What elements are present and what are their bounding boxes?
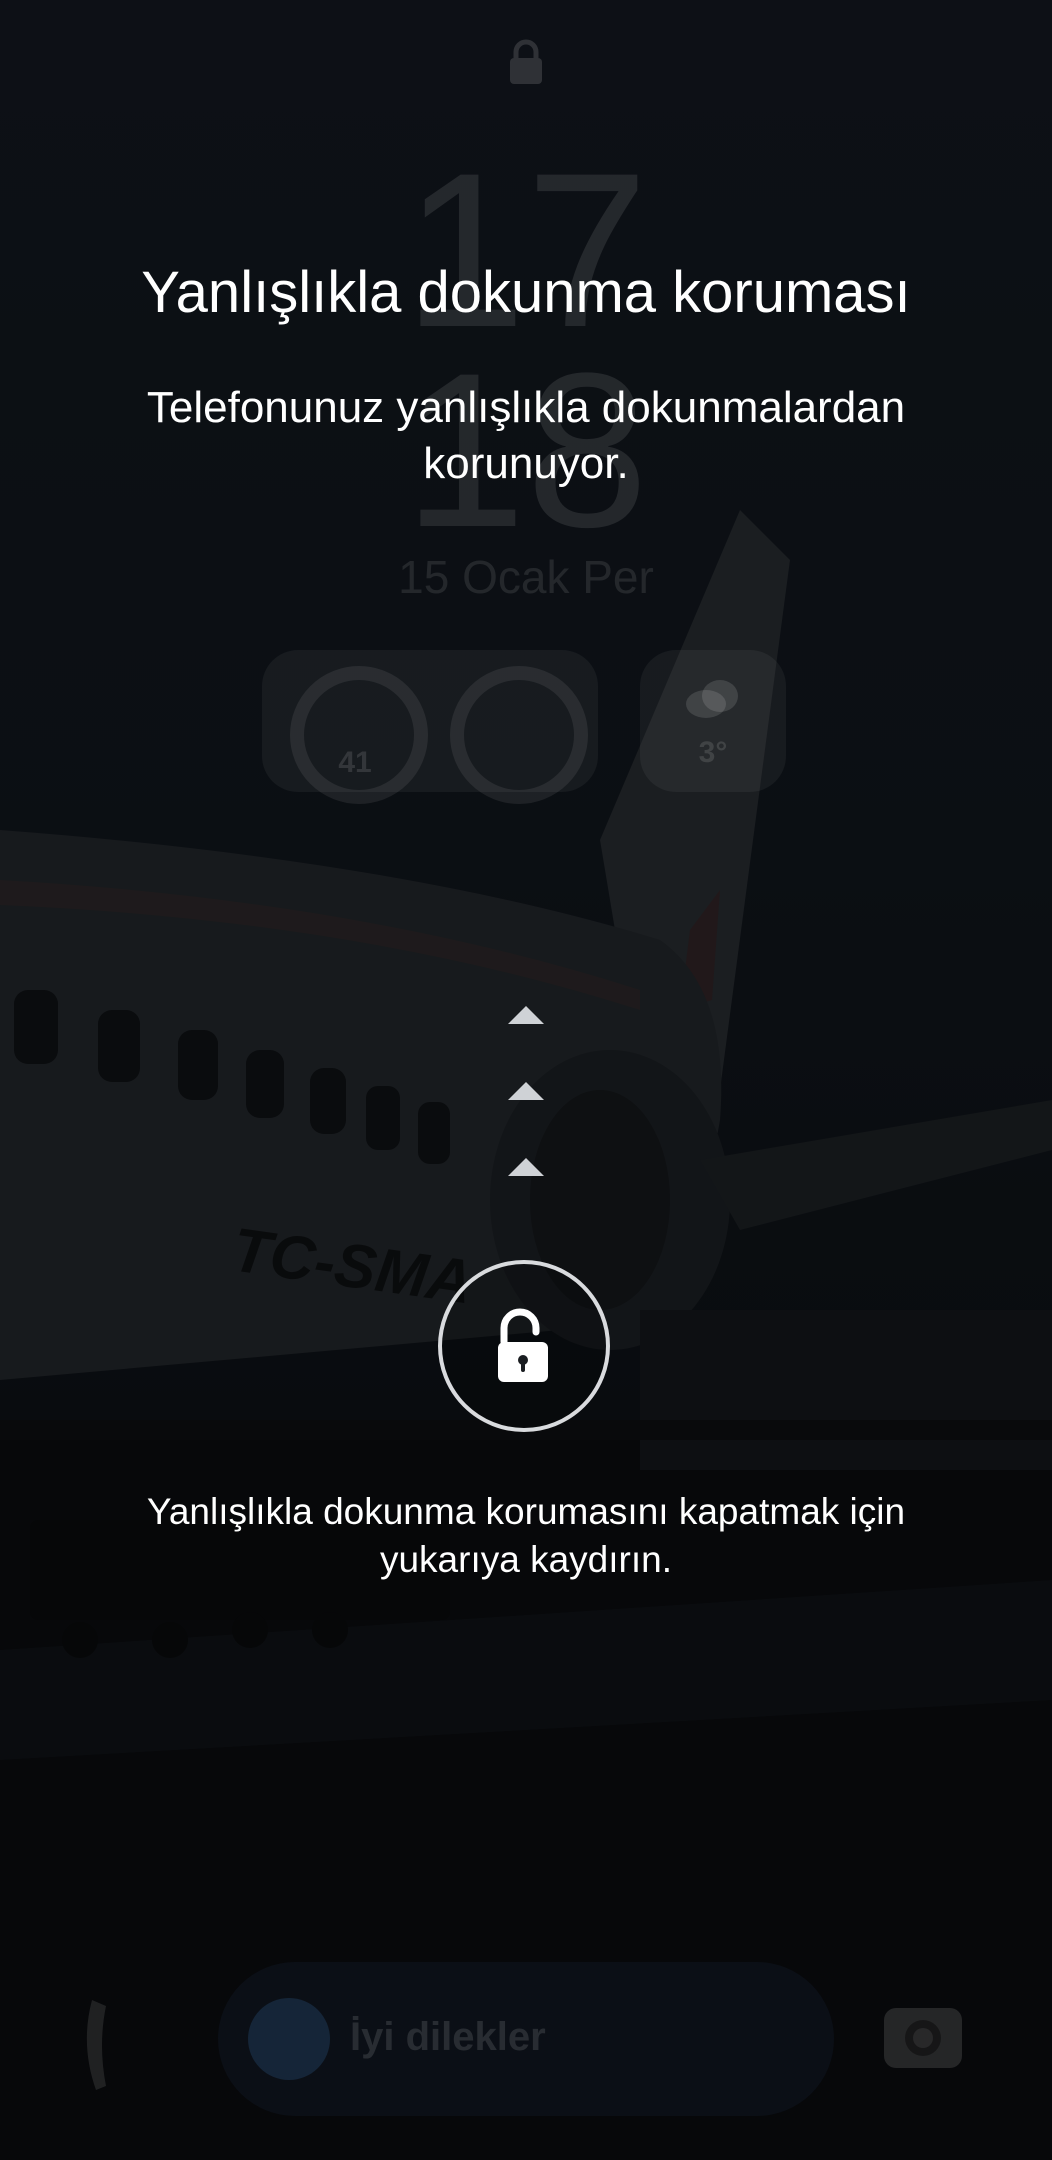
date-label: 15 Ocak Per [398,551,654,603]
chevron-up-icon [508,1006,544,1024]
camera-icon [884,2008,962,2068]
lock-icon [510,39,542,84]
battery-widget: 41 [262,650,598,804]
unlock-swipe-handle[interactable] [438,1260,610,1432]
swipe-hint: Yanlışlıkla dokunma korumasını kapatmak … [146,1491,906,1580]
page-title: Yanlışlıkla dokunma koruması [141,260,911,325]
greeting-text: İyi dilekler [350,2015,546,2059]
swipe-up-chevrons [506,1000,546,1190]
secondary-gauge [450,666,588,804]
weather-temp: 3° [698,736,728,769]
page-subtitle: Telefonunuz yanlışlıkla dokunmalardan ko… [146,383,906,488]
avatar [248,1998,330,2080]
cloud-icon [686,680,738,718]
chevron-up-icon [508,1158,544,1176]
battery-level: 41 [338,746,372,779]
unlock-icon [498,1308,548,1382]
battery-gauge [290,666,428,804]
chevron-up-icon [508,1082,544,1100]
accidental-touch-protection-screen: TC-SMA 17 18 15 Ocak Per 41 3° Yanlışlık… [0,0,1052,2160]
phone-icon [86,2000,106,2090]
weather-widget: 3° [640,650,786,792]
